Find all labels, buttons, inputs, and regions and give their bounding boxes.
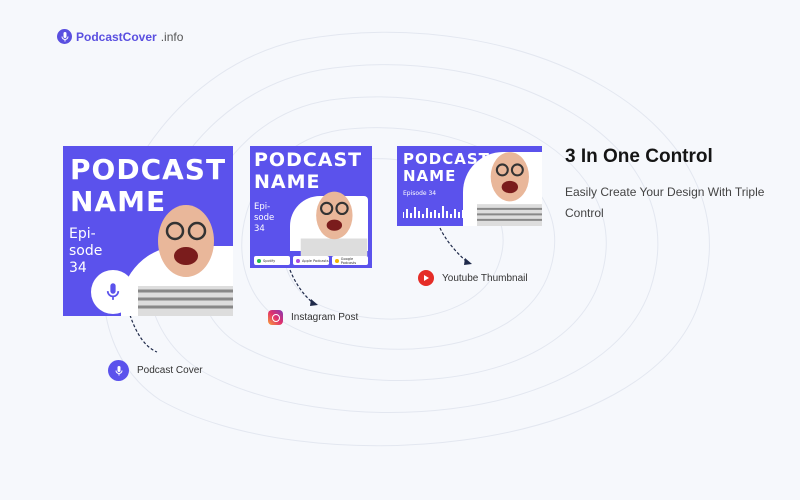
podcast-title: PODCAST <box>254 149 363 171</box>
podcast-cover-label: Podcast Cover <box>108 360 203 381</box>
brand-name: PodcastCover <box>76 29 157 44</box>
podcast-name: NAME <box>403 167 457 185</box>
instagram-icon <box>268 310 283 325</box>
section-description: Easily Create Your Design With Triple Co… <box>565 185 765 220</box>
host-photo <box>138 205 233 316</box>
microphone-icon <box>108 360 129 381</box>
spotify-badge: Spotify <box>254 256 290 265</box>
microphone-icon <box>91 270 135 314</box>
microphone-icon <box>57 29 72 44</box>
youtube-icon <box>418 270 434 286</box>
section-heading: 3 In One Control <box>565 146 713 167</box>
episode-label: Epi-sode 34 <box>69 226 103 276</box>
google-podcasts-badge: Google Podcasts <box>332 256 368 265</box>
apple-podcasts-badge: Apple Podcasts <box>293 256 329 265</box>
instagram-post-label: Instagram Post <box>268 310 358 325</box>
instagram-post-preview[interactable]: PODCAST NAME Epi-sode 34 Spotify Apple Po… <box>250 146 372 268</box>
brand-tld: .info <box>160 29 184 44</box>
host-photo <box>300 191 368 256</box>
youtube-thumbnail-label: Youtube Thumbnail <box>418 270 528 286</box>
podcast-cover-preview[interactable]: PODCAST NAME Epi-sode 34 <box>63 146 233 316</box>
podcast-title: PODCAST <box>70 153 227 186</box>
episode-label: Epi-sode 34 <box>254 202 275 234</box>
host-photo <box>477 152 542 226</box>
brand-logo[interactable]: PodcastCover .info <box>57 29 183 44</box>
episode-label: Episode 34 <box>403 190 437 197</box>
youtube-thumbnail-preview[interactable]: PODCAST NAME Episode 34 <box>397 146 542 226</box>
